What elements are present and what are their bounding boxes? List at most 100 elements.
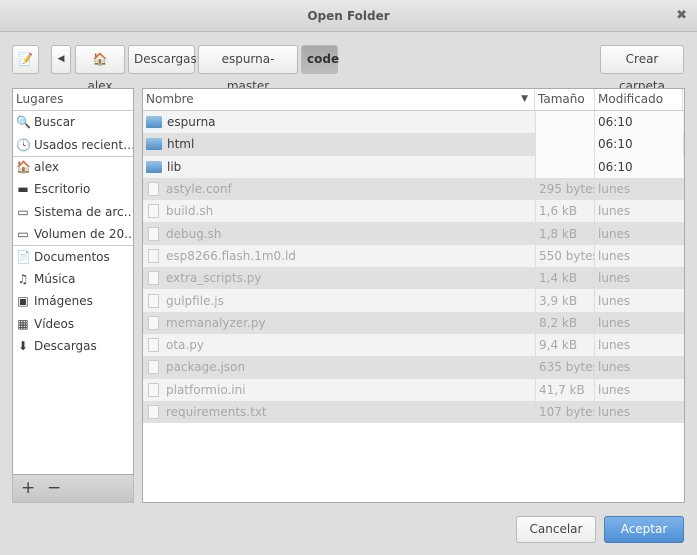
file-name: build.sh — [166, 204, 214, 219]
place-icon: 🔍 — [16, 115, 31, 130]
breadcrumb-espurna-master[interactable]: espurna-master — [198, 45, 298, 93]
sidebar-item-label: Buscar — [34, 115, 75, 130]
file-modified: lunes — [598, 293, 631, 308]
sidebar-item[interactable]: ▭ Sistema de arc… — [13, 201, 133, 223]
file-name: lib — [167, 159, 182, 174]
file-row[interactable]: lib 06:10 — [143, 155, 684, 178]
sidebar-item[interactable]: ▦ Vídeos — [13, 313, 133, 335]
sidebar-item[interactable]: ⬇ Descargas — [13, 335, 133, 357]
sidebar-item-label: Documentos — [34, 250, 110, 265]
sidebar-item-label: Sistema de arc… — [34, 204, 133, 219]
column-name[interactable]: Nombre ▼ — [143, 89, 535, 110]
file-row[interactable]: esp8266.flash.1m0.ld 550 bytes lunes — [143, 244, 684, 268]
file-icon — [148, 226, 159, 241]
place-icon: ▭ — [17, 227, 29, 242]
type-location-button[interactable]: 📝 — [12, 45, 39, 74]
sidebar-item-label: alex — [34, 160, 59, 175]
title-bar: Open Folder ✖ — [0, 0, 697, 32]
cancel-button[interactable]: Cancelar — [516, 516, 596, 543]
sidebar-item-label: Usados recient… — [34, 137, 133, 152]
file-row[interactable]: package.json 635 bytes lunes — [143, 356, 684, 379]
sidebar-item[interactable]: ▭ Volumen de 20… — [13, 223, 133, 245]
sidebar-item[interactable]: ♫ Música — [13, 268, 133, 290]
file-row[interactable]: astyle.conf 295 bytes lunes — [143, 177, 684, 201]
file-list: Nombre ▼ Tamaño Modificado espurna 06:10 ht… — [142, 88, 685, 503]
file-modified: lunes — [598, 226, 631, 241]
home-icon: 🏠 — [92, 52, 108, 66]
file-icon — [148, 382, 159, 397]
sidebar-item[interactable]: 📄 Documentos — [13, 245, 133, 267]
breadcrumb-alex[interactable]: 🏠alex — [75, 45, 125, 93]
place-icon: 🏠 — [16, 160, 31, 175]
folder-icon — [146, 116, 162, 129]
file-name: html — [167, 137, 195, 152]
add-bookmark-button[interactable]: + — [21, 478, 35, 498]
file-icon — [148, 248, 159, 263]
breadcrumb-code[interactable]: code — [301, 45, 339, 74]
file-row[interactable]: requirements.txt 107 bytes lunes — [143, 400, 684, 424]
column-size[interactable]: Tamaño — [535, 89, 595, 110]
folder-icon — [146, 138, 162, 151]
file-row[interactable]: debug.sh 1,8 kB lunes — [143, 222, 684, 245]
file-modified: 06:10 — [595, 155, 683, 178]
sidebar-item[interactable]: 🕓 Usados recient… — [13, 133, 133, 155]
file-icon — [148, 405, 159, 419]
file-modified: lunes — [598, 271, 631, 286]
sidebar-item-label: Descargas — [34, 339, 97, 354]
file-row[interactable]: html 06:10 — [143, 133, 684, 156]
file-name: requirements.txt — [166, 405, 267, 419]
file-name: package.json — [166, 360, 246, 375]
sort-arrow-icon: ▼ — [521, 94, 528, 104]
sidebar-item-label: Imágenes — [34, 294, 93, 309]
file-row[interactable]: gulpfile.js 3,9 kB lunes — [143, 289, 684, 312]
file-icon — [148, 338, 159, 353]
file-modified: lunes — [598, 405, 631, 419]
file-row[interactable]: ota.py 9,4 kB lunes — [143, 333, 684, 357]
sidebar-item-label: Música — [34, 271, 76, 286]
file-name: platformio.ini — [166, 382, 246, 397]
file-modified: lunes — [598, 360, 631, 375]
file-size: 1,8 kB — [535, 222, 595, 245]
file-size — [535, 155, 595, 178]
create-folder-button[interactable]: Crear carpeta — [600, 45, 684, 93]
file-modified: 06:10 — [595, 133, 683, 156]
sidebar-item[interactable]: 🔍 Buscar — [13, 111, 133, 133]
file-name: espurna — [167, 115, 216, 130]
sidebar-item[interactable]: ▬ Escritorio — [13, 178, 133, 200]
breadcrumb-descargas[interactable]: Descargas — [128, 45, 197, 74]
file-name: ota.py — [166, 338, 204, 353]
place-icon: 🕓 — [16, 137, 31, 152]
file-size: 1,6 kB — [535, 200, 595, 223]
file-size: 8,2 kB — [535, 311, 595, 334]
file-row[interactable]: espurna 06:10 — [143, 111, 684, 134]
file-size — [535, 111, 595, 134]
file-size: 107 bytes — [535, 400, 595, 424]
place-icon: ♫ — [17, 271, 29, 286]
file-row[interactable]: extra_scripts.py 1,4 kB lunes — [143, 267, 684, 290]
file-size: 550 bytes — [535, 244, 595, 268]
file-name: extra_scripts.py — [166, 271, 262, 286]
file-row[interactable]: build.sh 1,6 kB lunes — [143, 200, 684, 223]
file-row[interactable]: memanalyzer.py 8,2 kB lunes — [143, 311, 684, 334]
place-icon: ⬇ — [17, 339, 29, 354]
remove-bookmark-button[interactable]: − — [47, 478, 61, 498]
column-modified[interactable]: Modificado — [595, 89, 683, 110]
breadcrumb-back-button[interactable]: ◀ — [51, 45, 71, 74]
file-icon — [148, 271, 159, 286]
sidebar-item-label: Vídeos — [34, 316, 75, 331]
close-icon[interactable]: ✖ — [676, 0, 687, 32]
sidebar-item[interactable]: ▣ Imágenes — [13, 290, 133, 312]
sidebar-header: Lugares — [13, 89, 133, 111]
file-name: memanalyzer.py — [166, 315, 266, 330]
file-row[interactable]: platformio.ini 41,7 kB lunes — [143, 378, 684, 401]
file-modified: lunes — [598, 204, 631, 219]
sidebar-toolbar: + − — [12, 475, 134, 503]
place-icon: ▭ — [17, 204, 29, 219]
file-size: 1,4 kB — [535, 267, 595, 290]
sidebar-item[interactable]: 🏠 alex — [13, 155, 133, 178]
window-title: Open Folder — [307, 9, 390, 23]
file-modified: lunes — [598, 338, 631, 353]
sidebar-item-label: Escritorio — [34, 182, 91, 197]
sidebar-item-label: Volumen de 20… — [34, 227, 133, 242]
accept-button[interactable]: Aceptar — [604, 516, 684, 543]
